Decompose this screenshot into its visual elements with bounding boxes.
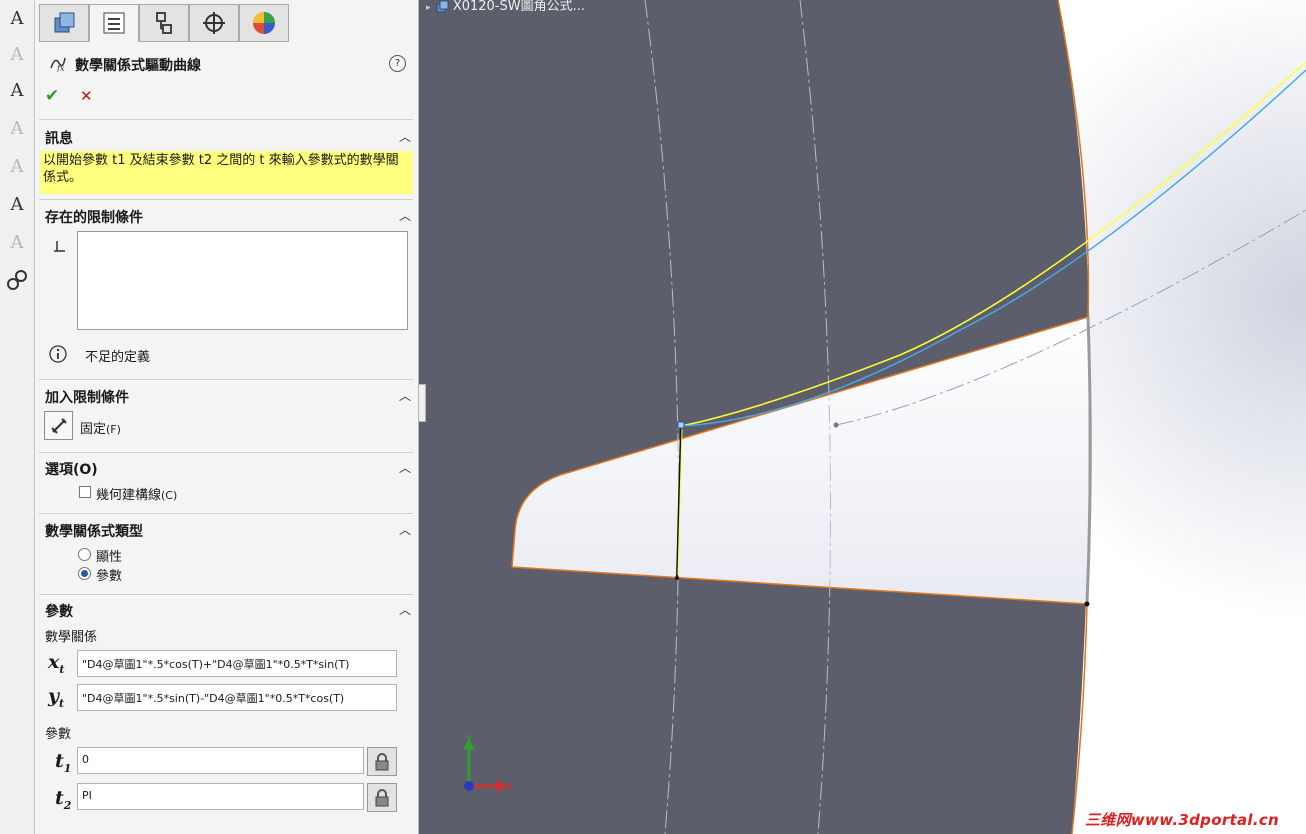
triad-origin — [464, 781, 474, 791]
t2-input[interactable]: PI — [77, 783, 364, 810]
add-text-icon: A — [10, 117, 24, 139]
text-edit-icon: A — [10, 43, 24, 65]
yt-equation-input[interactable]: "D4@草圖1"*.5*sin(T)-"D4@草圖1"*0.5*T*cos(T) — [77, 684, 397, 711]
yt-label: yt — [48, 685, 65, 710]
triad-y-label: Y — [464, 733, 473, 747]
fix-anchor-icon — [50, 417, 67, 434]
text-layers-icon: A — [10, 155, 24, 177]
property-manager-panel: fx 數學關係式驅動曲線 ? ✔ ✕ 訊息 ︿ 以開始參數 t1 及結束參數 t… — [35, 0, 419, 834]
divider — [39, 199, 413, 200]
feature-tree-flyout[interactable]: ▸ X0120-SW圖角公式... — [426, 0, 585, 14]
curve-endpoint — [675, 576, 679, 580]
tab-dimxpert-manager[interactable] — [189, 4, 239, 42]
construction-shortcut: (C) — [161, 489, 178, 502]
fix-relation-button[interactable] — [44, 411, 73, 440]
parametric-radio[interactable] — [78, 567, 91, 580]
xt-label: xt — [48, 651, 65, 676]
smart-dimension-icon[interactable]: A — [3, 4, 31, 32]
existing-relations-list[interactable] — [77, 231, 408, 330]
t1-lock-button[interactable] — [367, 747, 397, 776]
message-text: 以開始參數 t1 及結束參數 t2 之間的 t 來輸入參數式的數學關係式。 — [40, 151, 413, 194]
lock-icon — [375, 752, 389, 770]
configuration-icon — [156, 12, 172, 34]
parametric-label: 參數 — [96, 569, 123, 584]
collapse-add-icon[interactable]: ︿ — [399, 387, 411, 404]
explicit-label: 顯性 — [96, 550, 123, 565]
triad-x-label: X — [506, 780, 514, 794]
curve-start-point[interactable] — [677, 421, 685, 429]
collapse-params-icon[interactable]: ︿ — [399, 601, 411, 618]
construction-label-text: 幾何建構線 — [96, 488, 162, 503]
background-region — [1058, 0, 1306, 834]
sketch-face — [512, 317, 1089, 604]
collapse-eqtype-icon[interactable]: ︿ — [399, 521, 411, 538]
sketch-tools-strip: A A A A A A A — [0, 0, 35, 834]
tab-feature-manager[interactable] — [39, 4, 89, 42]
tab-display-manager[interactable] — [239, 4, 289, 42]
construction-checkbox[interactable] — [79, 486, 91, 498]
section-equation-type-title: 數學關係式類型 — [45, 524, 143, 540]
chain-relations-icon[interactable] — [3, 266, 31, 294]
collapse-existing-icon[interactable]: ︿ — [399, 207, 411, 224]
equation-curve-icon: fx — [50, 57, 66, 72]
graphics-viewport[interactable]: Y X — [419, 0, 1306, 834]
collapse-message-icon[interactable]: ︿ — [399, 128, 411, 145]
fix-shortcut: (F) — [106, 423, 121, 436]
tab-configuration-manager[interactable] — [139, 4, 189, 42]
construction-label: 幾何建構線(C) — [96, 484, 177, 503]
divider — [39, 379, 413, 380]
part-icon — [436, 0, 449, 12]
expand-arrow-icon: ▸ — [426, 3, 431, 13]
tab-property-manager[interactable] — [89, 4, 139, 42]
dashed-text-icon: A — [10, 231, 24, 253]
definition-status: 不足的定義 — [85, 350, 151, 365]
document-text-icon[interactable]: A — [3, 190, 31, 218]
section-existing-relations-title: 存在的限制條件 — [45, 210, 143, 226]
section-message-title: 訊息 — [45, 131, 73, 147]
fix-label: 固定(F) — [80, 418, 121, 437]
part-name: X0120-SW圖角公式... — [452, 0, 585, 14]
relations-icon — [54, 241, 65, 252]
appearance-sphere-icon — [253, 12, 275, 34]
center-point — [833, 422, 839, 428]
property-list-icon — [103, 12, 125, 34]
feature-tree-icon — [54, 12, 75, 33]
cancel-button[interactable]: ✕ — [80, 87, 93, 105]
watermark: 三维网www.3dportal.cn — [1085, 811, 1280, 829]
section-add-relations-title: 加入限制條件 — [45, 390, 129, 406]
equations-label: 數學關係 — [45, 630, 98, 645]
fix-label-text: 固定 — [80, 422, 107, 437]
divider — [39, 513, 413, 514]
svg-text:fx: fx — [56, 64, 65, 72]
section-options-title: 選項(O) — [45, 462, 98, 478]
t2-label: t2 — [55, 787, 72, 812]
manager-tabs — [35, 4, 418, 42]
t2-lock-button[interactable] — [367, 783, 397, 812]
corner-point — [1084, 601, 1090, 607]
feature-title: 數學關係式驅動曲線 — [75, 58, 201, 74]
xt-equation-input[interactable]: "D4@草圖1"*.5*cos(T)+"D4@草圖1"*0.5*T*sin(T) — [77, 650, 397, 677]
t1-label: t1 — [55, 750, 72, 775]
explicit-radio[interactable] — [78, 548, 91, 561]
divider — [39, 452, 413, 453]
dimension-arrow-icon[interactable]: A — [3, 76, 31, 104]
ok-button[interactable]: ✔ — [45, 86, 59, 106]
construction-arc-1 — [644, 0, 680, 834]
lock-icon — [375, 788, 389, 806]
help-button[interactable]: ? — [389, 55, 406, 72]
divider — [39, 594, 413, 595]
crosshair-icon — [203, 12, 225, 34]
parameters-label: 參數 — [45, 727, 72, 742]
collapse-options-icon[interactable]: ︿ — [399, 459, 411, 476]
t1-input[interactable]: 0 — [77, 747, 364, 774]
section-parameters-title: 參數 — [45, 604, 73, 620]
divider — [39, 119, 413, 120]
info-icon — [49, 345, 67, 363]
